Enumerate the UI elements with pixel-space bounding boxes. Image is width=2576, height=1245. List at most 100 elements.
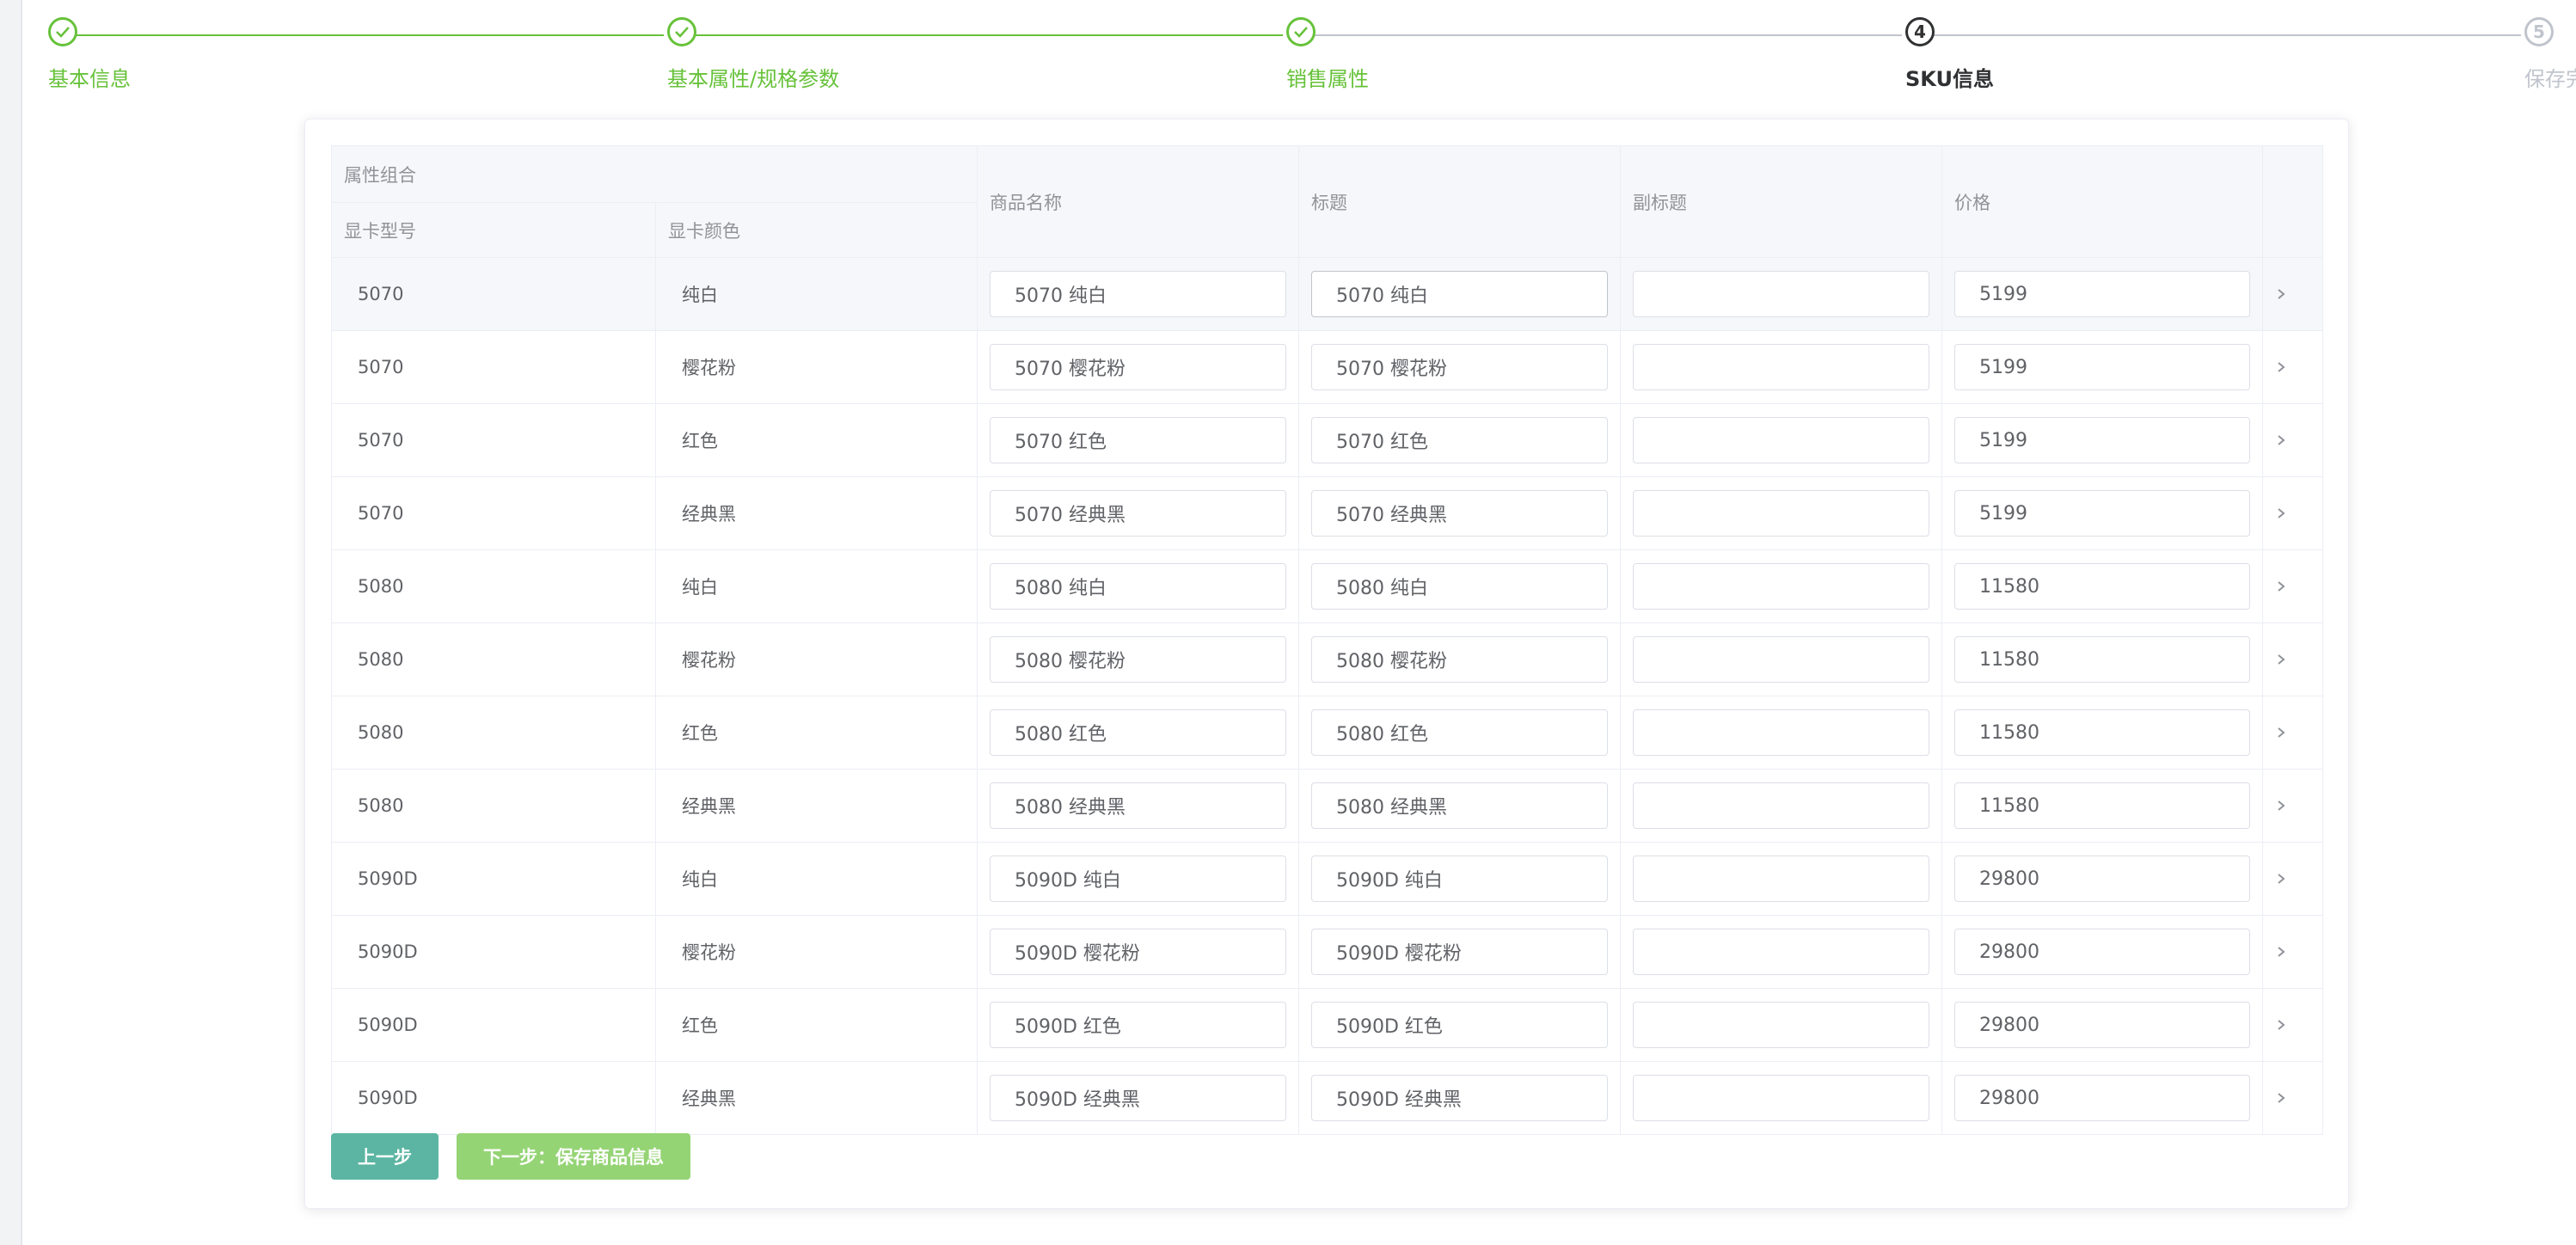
col-header-color: 显卡颜色 [655,202,978,258]
cell-color: 经典黑 [655,1061,978,1135]
next-step-save-button[interactable]: 下一步：保存商品信息 [457,1133,690,1180]
sku-name-input[interactable] [990,856,1286,902]
sku-title-input[interactable] [1311,417,1608,463]
sku-title-input[interactable] [1311,856,1608,902]
sku-price-input[interactable] [1954,1002,2250,1048]
cell-color: 纯白 [655,842,978,916]
sku-name-input[interactable] [990,563,1286,610]
sku-title-input[interactable] [1311,490,1608,537]
expand-cell[interactable] [2262,1061,2323,1135]
cell-price [1941,476,2263,550]
sku-name-input[interactable] [990,271,1286,317]
cell-model: 5070 [331,330,656,404]
chevron-right-icon[interactable] [2275,1089,2287,1107]
cell-title [1298,549,1621,623]
cell-price [1941,1061,2263,1135]
cell-subtitle [1620,842,1942,916]
sku-subtitle-input[interactable] [1633,490,1929,537]
cell-model: 5070 [331,476,656,550]
sku-subtitle-input[interactable] [1633,856,1929,902]
col-header-title: 标题 [1298,145,1621,258]
expand-cell[interactable] [2262,403,2323,477]
sku-price-input[interactable] [1954,709,2250,756]
prev-step-button[interactable]: 上一步 [331,1133,439,1180]
sku-title-input[interactable] [1311,636,1608,683]
sku-title-input[interactable] [1311,709,1608,756]
chevron-right-icon[interactable] [2275,285,2287,303]
cell-title [1298,988,1621,1062]
chevron-right-icon[interactable] [2275,797,2287,814]
sku-subtitle-input[interactable] [1633,782,1929,829]
sku-title-input[interactable] [1311,1002,1608,1048]
expand-cell[interactable] [2262,476,2323,550]
col-header-subtitle: 副标题 [1620,145,1942,258]
sku-subtitle-input[interactable] [1633,563,1929,610]
cell-color: 经典黑 [655,476,978,550]
chevron-right-icon[interactable] [2275,651,2287,668]
cell-color: 红色 [655,403,978,477]
cell-subtitle [1620,988,1942,1062]
expand-cell[interactable] [2262,769,2323,843]
chevron-right-icon[interactable] [2275,505,2287,522]
sku-name-input[interactable] [990,1002,1286,1048]
sku-subtitle-input[interactable] [1633,709,1929,756]
chevron-right-icon[interactable] [2275,724,2287,741]
sku-name-input[interactable] [990,344,1286,390]
sku-title-input[interactable] [1311,1075,1608,1121]
chevron-right-icon[interactable] [2275,578,2287,595]
sku-title-input[interactable] [1311,929,1608,975]
sku-title-input[interactable] [1311,563,1608,610]
table-row: 5080 红色 [331,696,2323,770]
expand-cell[interactable] [2262,622,2323,696]
sku-title-input[interactable] [1311,344,1608,390]
expand-cell[interactable] [2262,915,2323,989]
cell-title [1298,403,1621,477]
expand-cell[interactable] [2262,257,2323,331]
sku-price-input[interactable] [1954,782,2250,829]
cell-subtitle [1620,622,1942,696]
sku-title-input[interactable] [1311,271,1608,317]
expand-cell[interactable] [2262,842,2323,916]
cell-color: 红色 [655,696,978,770]
sku-name-input[interactable] [990,636,1286,683]
cell-subtitle [1620,915,1942,989]
sku-subtitle-input[interactable] [1633,929,1929,975]
sku-price-input[interactable] [1954,929,2250,975]
sku-name-input[interactable] [990,782,1286,829]
sku-subtitle-input[interactable] [1633,636,1929,683]
sku-name-input[interactable] [990,1075,1286,1121]
sku-name-input[interactable] [990,417,1286,463]
cell-name [977,1061,1299,1135]
sku-name-input[interactable] [990,490,1286,537]
chevron-right-icon[interactable] [2275,359,2287,376]
cell-model: 5070 [331,403,656,477]
expand-cell[interactable] [2262,549,2323,623]
chevron-right-icon[interactable] [2275,432,2287,449]
expand-cell[interactable] [2262,988,2323,1062]
sku-title-input[interactable] [1311,782,1608,829]
sku-price-input[interactable] [1954,1075,2250,1121]
chevron-right-icon[interactable] [2275,1016,2287,1033]
sku-subtitle-input[interactable] [1633,1002,1929,1048]
sku-price-input[interactable] [1954,344,2250,390]
sku-subtitle-input[interactable] [1633,417,1929,463]
cell-price [1941,549,2263,623]
sku-price-input[interactable] [1954,490,2250,537]
sku-subtitle-input[interactable] [1633,344,1929,390]
sku-price-input[interactable] [1954,856,2250,902]
expand-cell[interactable] [2262,696,2323,770]
sku-subtitle-input[interactable] [1633,1075,1929,1121]
sku-subtitle-input[interactable] [1633,271,1929,317]
chevron-right-icon[interactable] [2275,870,2287,887]
chevron-right-icon[interactable] [2275,943,2287,960]
sku-price-input[interactable] [1954,271,2250,317]
cell-subtitle [1620,696,1942,770]
sku-name-input[interactable] [990,709,1286,756]
sku-price-input[interactable] [1954,417,2250,463]
sku-price-input[interactable] [1954,636,2250,683]
step-connector [74,34,664,36]
sku-price-input[interactable] [1954,563,2250,610]
sku-name-input[interactable] [990,929,1286,975]
cell-title [1298,842,1621,916]
expand-cell[interactable] [2262,330,2323,404]
